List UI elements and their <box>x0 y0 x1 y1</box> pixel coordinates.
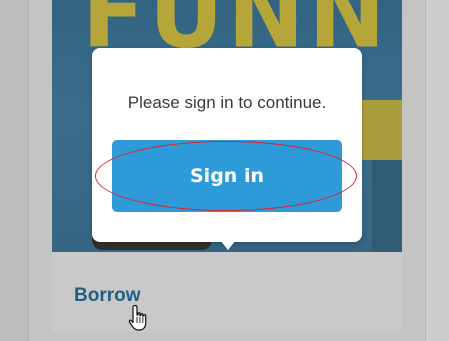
sign-in-button[interactable]: Sign in <box>112 140 342 212</box>
hand-cursor-icon <box>128 304 147 331</box>
popover-arrow <box>217 236 239 250</box>
sign-in-popover: Please sign in to continue. Sign in <box>92 48 362 242</box>
left-gutter <box>0 0 28 341</box>
popover-message: Please sign in to continue. <box>127 93 327 112</box>
